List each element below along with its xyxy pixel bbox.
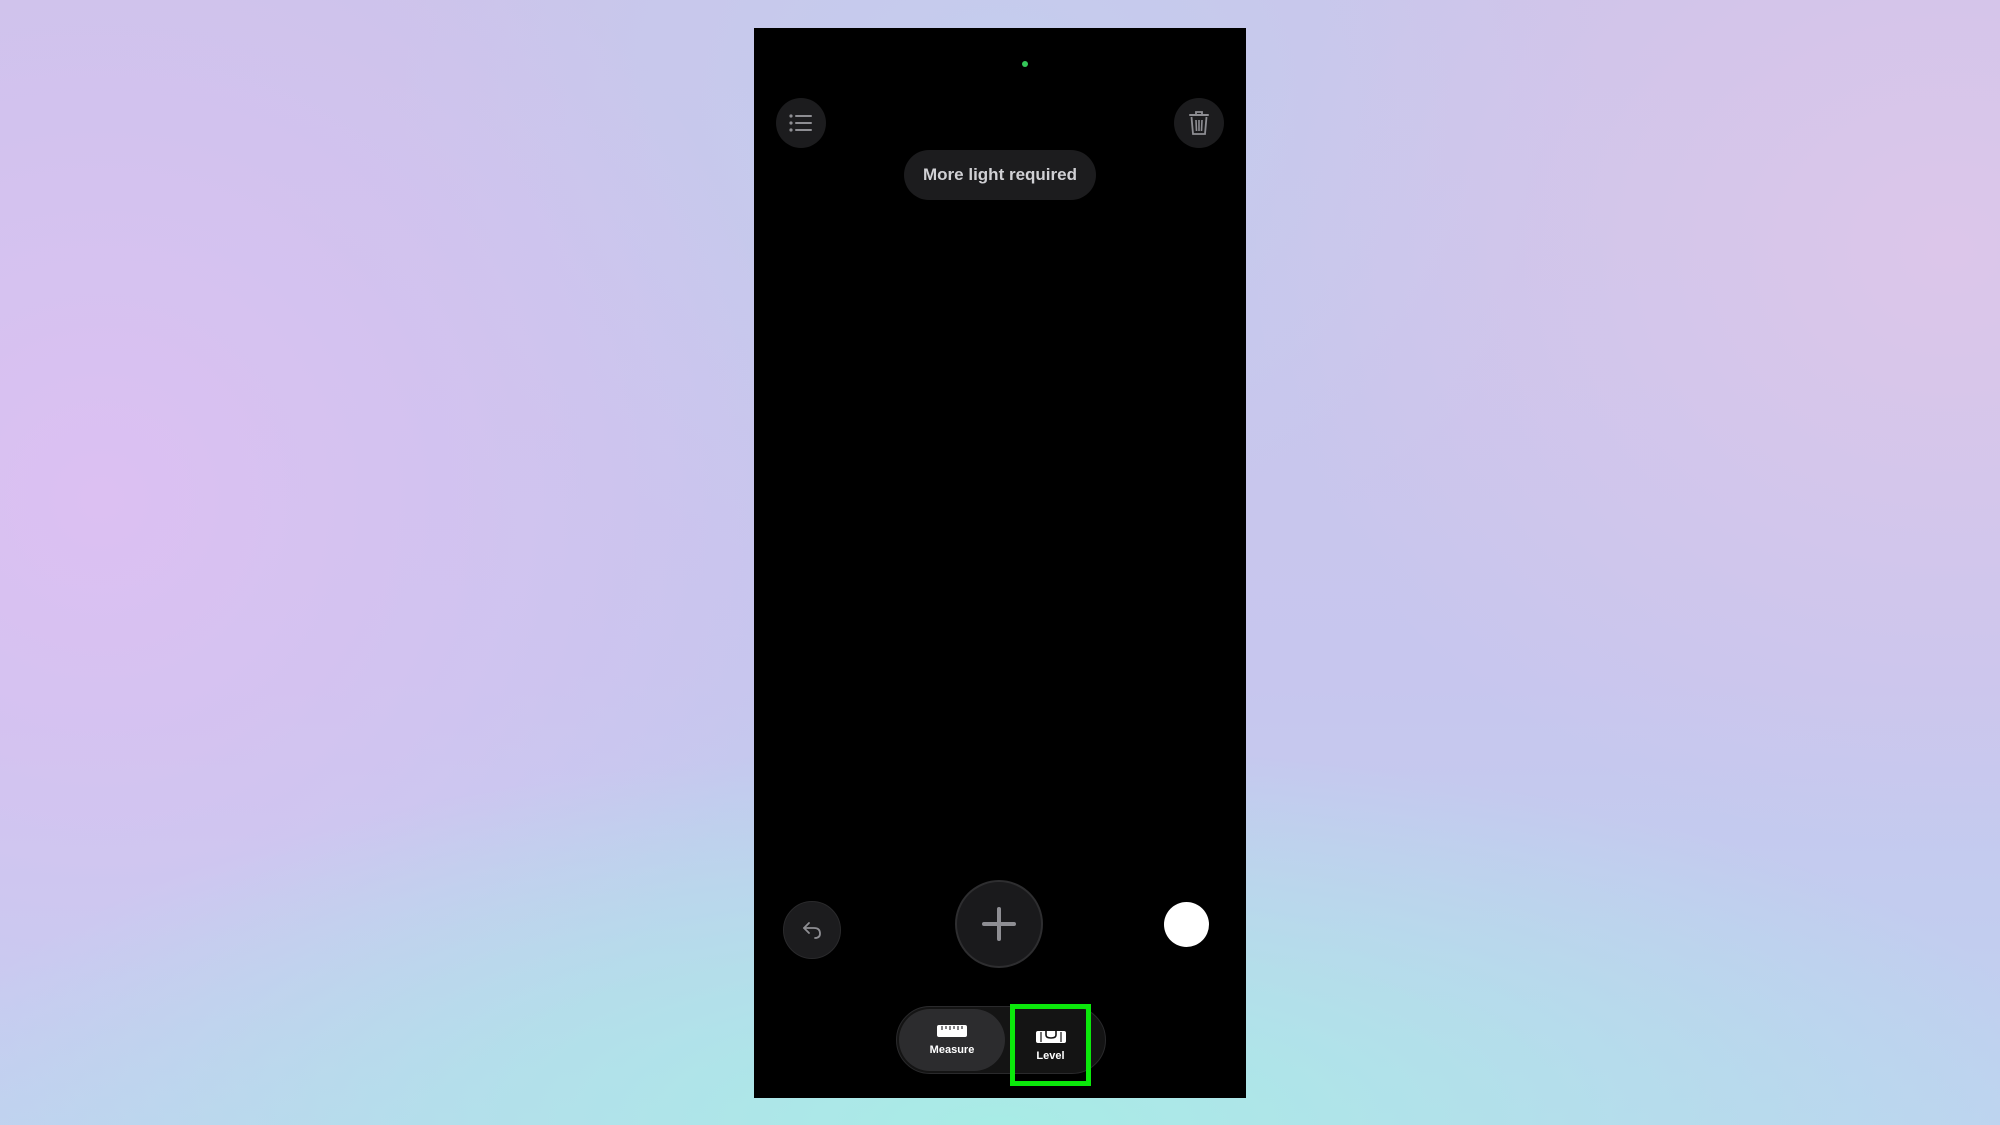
measurements-list-button[interactable] — [776, 98, 826, 148]
add-point-button[interactable] — [955, 880, 1043, 968]
undo-button[interactable] — [783, 901, 841, 959]
clear-measurements-button[interactable] — [1174, 98, 1224, 148]
measure-mode-tab[interactable]: Measure — [899, 1009, 1005, 1071]
trash-icon — [1189, 111, 1209, 135]
measure-app-screen: More light required Measure Level — [754, 28, 1246, 1098]
level-mode-label: Level — [1036, 1050, 1065, 1062]
plus-icon — [982, 907, 1016, 941]
shutter-button[interactable] — [1164, 902, 1209, 947]
level-mode-tab[interactable]: Level — [1010, 1004, 1091, 1086]
more-light-hint: More light required — [904, 150, 1096, 200]
list-icon — [789, 114, 812, 132]
measure-mode-label: Measure — [929, 1044, 975, 1056]
undo-icon — [803, 922, 821, 939]
ruler-icon — [937, 1025, 967, 1037]
camera-in-use-indicator — [1022, 61, 1028, 67]
level-icon — [1035, 1031, 1066, 1043]
